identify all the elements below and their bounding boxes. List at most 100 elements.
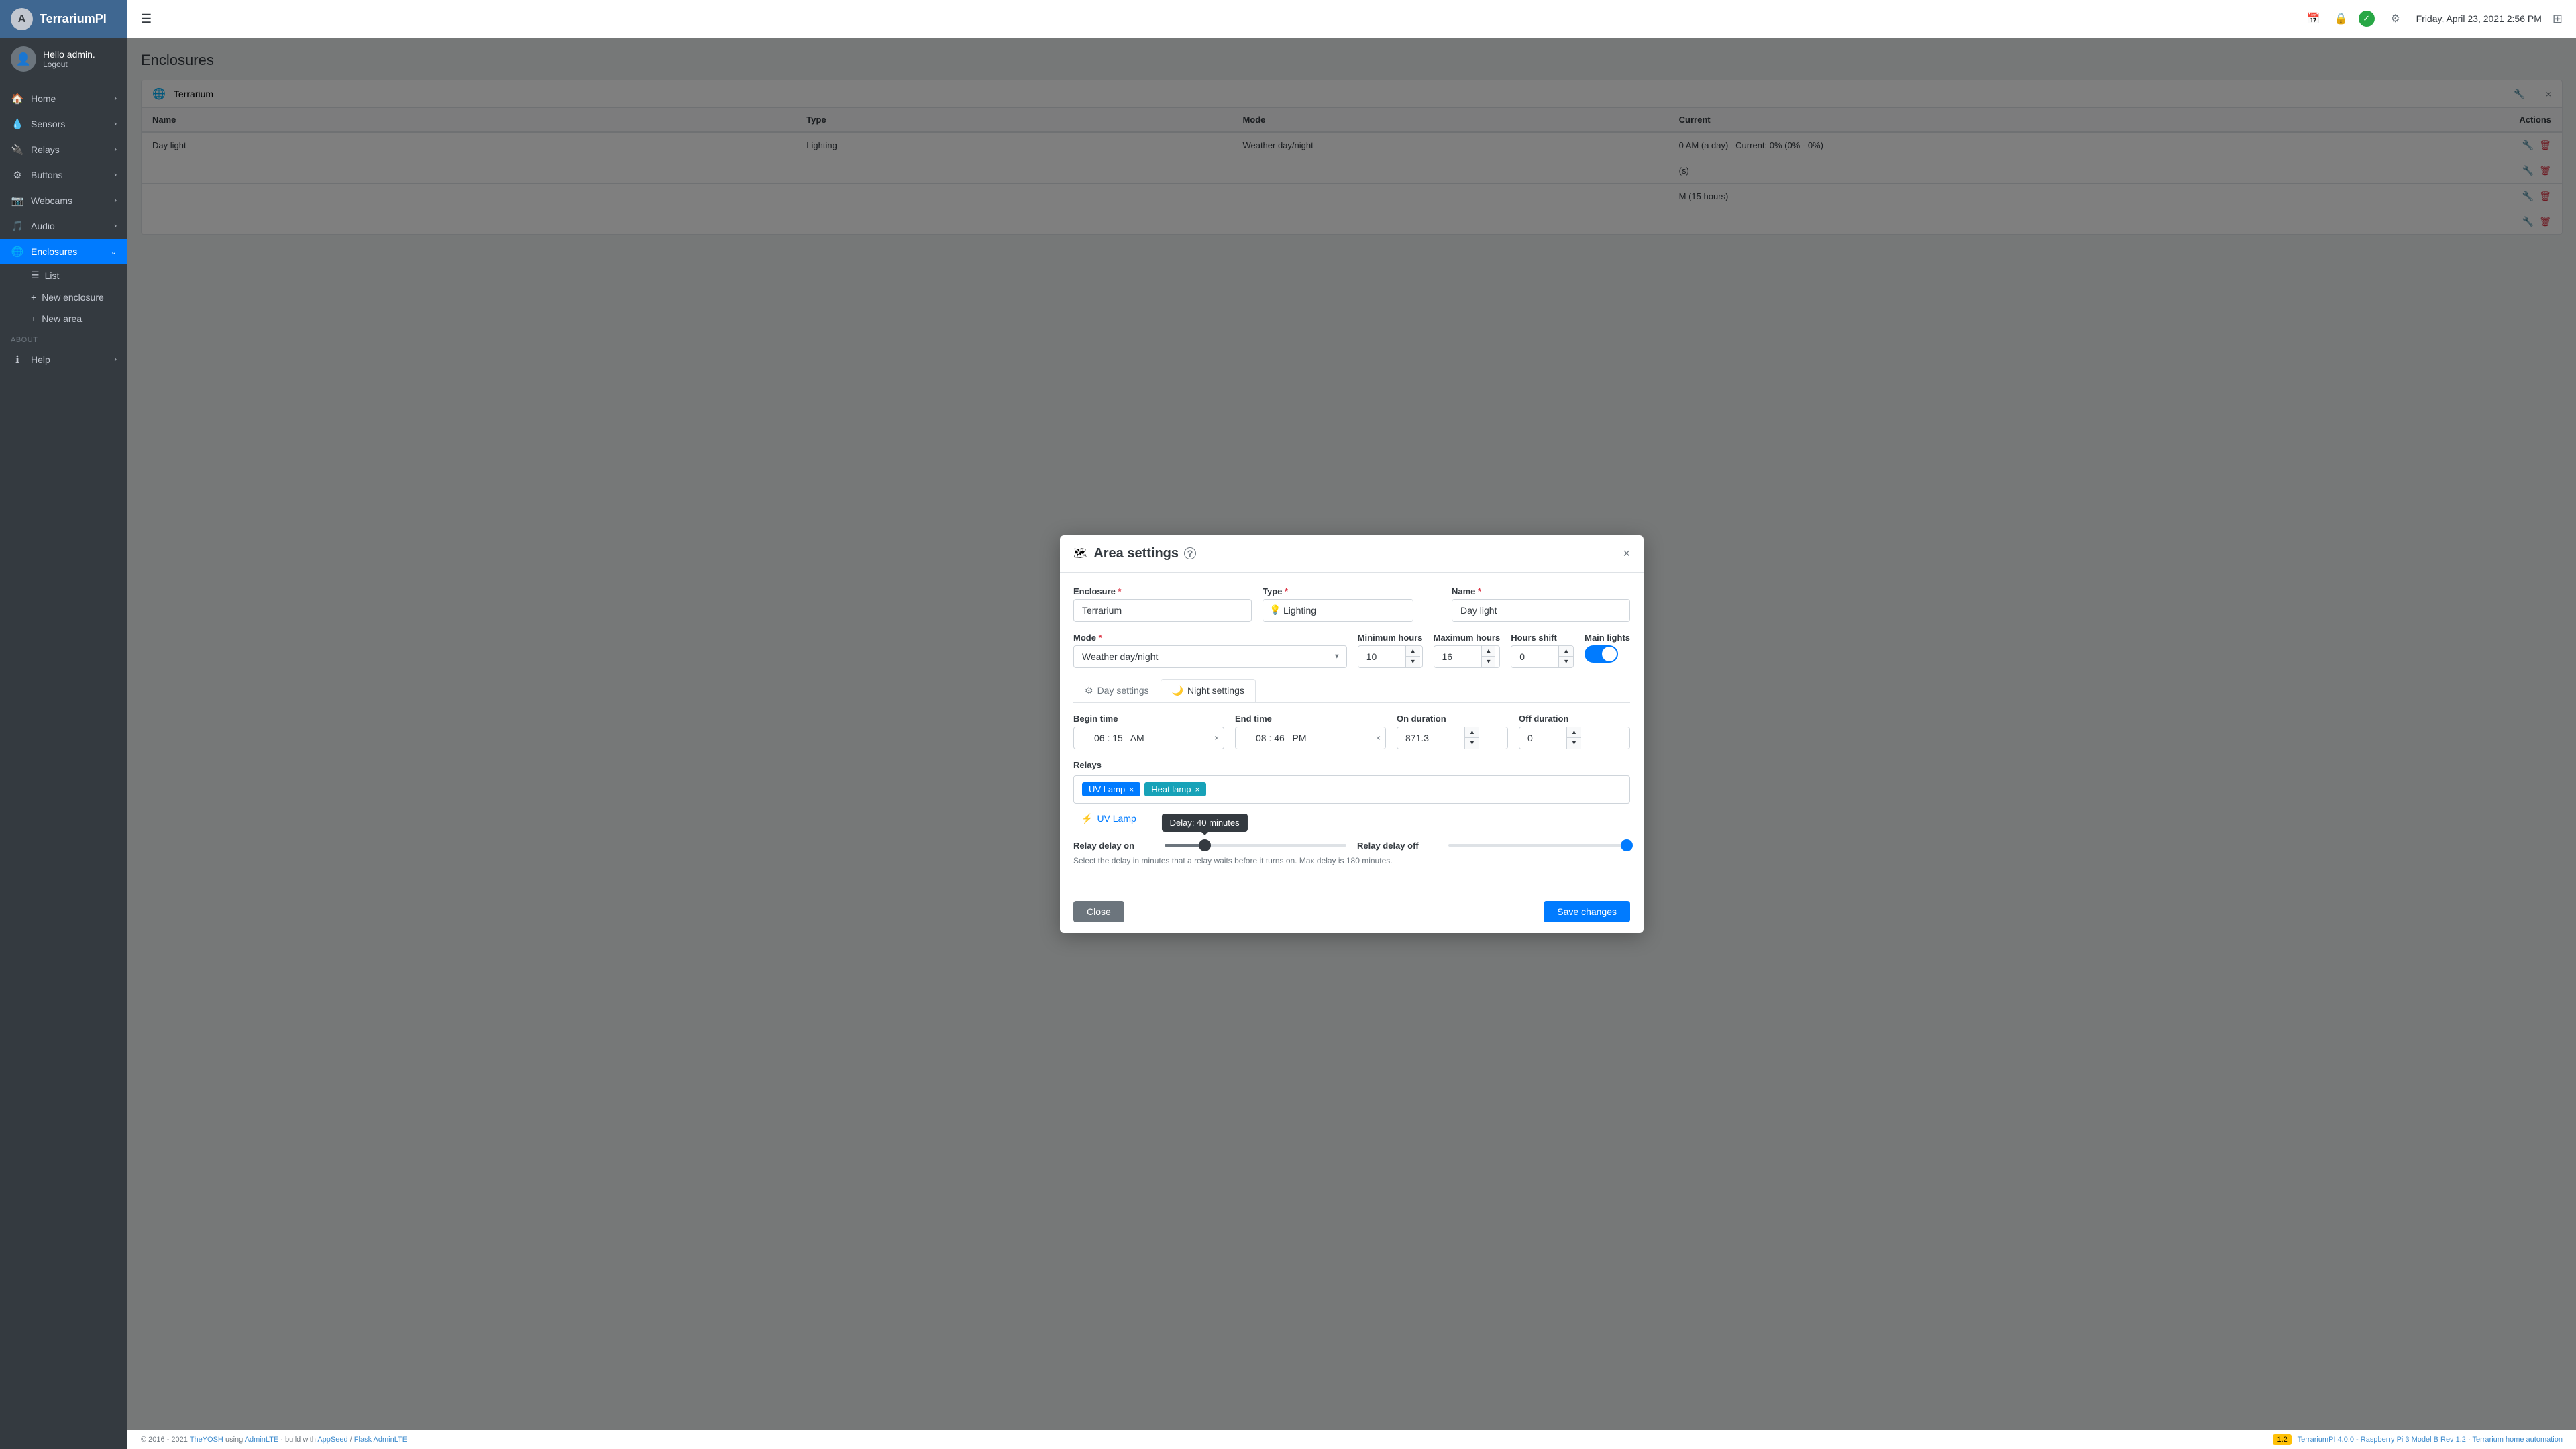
sidebar-item-audio[interactable]: 🎵 Audio › [0, 213, 127, 239]
tab-night-settings[interactable]: 🌙 Night settings [1161, 679, 1256, 702]
user-logout[interactable]: Logout [43, 60, 95, 69]
end-time-label: End time [1235, 714, 1386, 724]
sidebar-item-new-enclosure[interactable]: + New enclosure [0, 286, 127, 308]
begin-time-input[interactable] [1073, 727, 1224, 749]
plus-icon: + [31, 313, 36, 324]
avatar: 👤 [11, 46, 36, 72]
yosh-link[interactable]: TheYOSH [190, 1436, 223, 1444]
relay-tag-uv-lamp-remove[interactable]: × [1129, 785, 1134, 794]
chevron-right-icon: › [114, 197, 117, 205]
sidebar-item-home[interactable]: 🏠 Home › [0, 86, 127, 111]
brand-bar[interactable]: A TerrariumPI [0, 0, 127, 38]
sidebar-item-list[interactable]: ☰ List [0, 264, 127, 286]
relay-btn-uv-lamp[interactable]: ⚡ UV Lamp [1073, 810, 1144, 827]
max-hours-down[interactable]: ▼ [1482, 657, 1496, 667]
main-footer: © 2016 - 2021 TheYOSH using AdminLTE · b… [127, 1430, 2576, 1449]
on-duration-group: On duration ▲ ▼ [1397, 714, 1508, 749]
hours-shift-down[interactable]: ▼ [1559, 657, 1573, 667]
relay-tags-container: UV Lamp × Heat lamp × [1073, 775, 1630, 804]
settings-icon[interactable]: ⚙ [2385, 9, 2406, 29]
chevron-right-icon: › [114, 171, 117, 179]
mode-select-wrap: Weather day/night [1073, 645, 1347, 668]
plus-icon: + [31, 292, 36, 303]
off-duration-group: Off duration ▲ ▼ [1519, 714, 1630, 749]
sidebar-item-new-area[interactable]: + New area [0, 308, 127, 329]
on-duration-input[interactable] [1397, 727, 1464, 749]
enclosure-field-group: Enclosure * [1073, 586, 1252, 622]
sidebar-item-enclosures[interactable]: 🌐 Enclosures ⌄ [0, 239, 127, 264]
appseed-link[interactable]: AppSeed [317, 1436, 347, 1444]
modal-overlay[interactable]: 🗺 Area settings ? × Enclosure * [127, 38, 2576, 1430]
sidebar-item-sensors[interactable]: 💧 Sensors › [0, 111, 127, 137]
begin-time-clear[interactable]: × [1214, 733, 1219, 743]
end-time-clear[interactable]: × [1376, 733, 1381, 743]
type-input[interactable] [1263, 599, 1413, 622]
sidebar-nav: 🏠 Home › 💧 Sensors › 🔌 Relays › ⚙ Button… [0, 80, 127, 1449]
lock-icon: 🔒 [2334, 12, 2348, 25]
sidebar-item-help[interactable]: ℹ Help › [0, 347, 127, 372]
name-input[interactable] [1452, 599, 1630, 622]
adminlte-link[interactable]: AdminLTE [245, 1436, 279, 1444]
help-icon: ℹ [11, 354, 24, 366]
flask-link[interactable]: Flask AdminLTE [354, 1436, 407, 1444]
modal-close-button[interactable]: × [1623, 547, 1630, 559]
off-duration-input[interactable] [1519, 727, 1566, 749]
hours-shift-label: Hours shift [1511, 633, 1574, 643]
off-duration-up[interactable]: ▲ [1567, 727, 1581, 739]
list-icon: ☰ [31, 270, 40, 281]
slider-thumb[interactable]: Delay: 40 minutes [1199, 839, 1211, 851]
main-lights-toggle[interactable] [1585, 645, 1618, 663]
sensors-icon: 💧 [11, 118, 24, 130]
relay-delay-on-slider-wrap: Delay: 40 minutes [1165, 844, 1346, 847]
top-nav-right: 📅 🔒 ✓ ⚙ Friday, April 23, 2021 2:56 PM ⊞ [2304, 9, 2563, 29]
name-label: Name * [1452, 586, 1630, 596]
help-icon[interactable]: ? [1184, 547, 1196, 559]
on-duration-label: On duration [1397, 714, 1508, 724]
save-button[interactable]: Save changes [1544, 901, 1630, 922]
version-link[interactable]: TerrariumPI 4.0.0 - Raspberry Pi 3 Model… [2298, 1436, 2563, 1444]
begin-time-group: Begin time × [1073, 714, 1224, 749]
grid-icon[interactable]: ⊞ [2553, 12, 2563, 26]
modal-body: Enclosure * Type * 💡 [1060, 573, 1644, 890]
status-indicator: ✓ [2359, 11, 2375, 27]
relay-tag-heat-lamp-remove[interactable]: × [1195, 785, 1199, 794]
hours-shift-input[interactable] [1511, 646, 1558, 667]
tab-day-settings[interactable]: ⚙ Day settings [1073, 679, 1161, 702]
chevron-down-icon: ⌄ [111, 248, 117, 256]
sidebar-item-buttons[interactable]: ⚙ Buttons › [0, 162, 127, 188]
type-field-group: Type * 💡 [1263, 586, 1441, 622]
mode-label: Mode * [1073, 633, 1347, 643]
min-hours-down[interactable]: ▼ [1406, 657, 1420, 667]
main-lights-label: Main lights [1585, 633, 1630, 643]
sidebar-item-relays[interactable]: 🔌 Relays › [0, 137, 127, 162]
form-row-1: Enclosure * Type * 💡 [1073, 586, 1630, 622]
max-hours-up[interactable]: ▲ [1482, 646, 1496, 657]
end-time-input[interactable] [1235, 727, 1386, 749]
relay-delay-on-slider[interactable]: Delay: 40 minutes [1165, 844, 1346, 847]
hours-shift-group: Hours shift ▲ ▼ [1511, 633, 1574, 668]
slider-right-thumb[interactable] [1621, 839, 1633, 851]
relay-delay-off-slider[interactable] [1448, 844, 1630, 847]
map-icon: 🗺 [1073, 547, 1087, 560]
off-duration-down[interactable]: ▼ [1567, 738, 1581, 749]
delay-on-row: Relay delay on Delay: 40 minutes Relay d… [1073, 841, 1630, 851]
on-duration-up[interactable]: ▲ [1465, 727, 1479, 739]
min-hours-input[interactable] [1358, 646, 1405, 667]
brand-name: TerrariumPI [40, 12, 107, 26]
max-hours-input[interactable] [1434, 646, 1481, 667]
relay-tag-uv-lamp: UV Lamp × [1082, 782, 1140, 796]
hours-shift-up[interactable]: ▲ [1559, 646, 1573, 657]
hamburger-button[interactable]: ☰ [141, 12, 152, 26]
chevron-right-icon: › [114, 356, 117, 364]
close-button[interactable]: Close [1073, 901, 1124, 922]
form-row-2: Mode * Weather day/night Minimum hours [1073, 633, 1630, 668]
delay-tooltip: Delay: 40 minutes [1162, 814, 1248, 832]
sidebar-item-webcams[interactable]: 📷 Webcams › [0, 188, 127, 213]
enclosure-input[interactable] [1073, 599, 1252, 622]
on-duration-down[interactable]: ▼ [1465, 738, 1479, 749]
main-wrapper: ☰ 📅 🔒 ✓ ⚙ Friday, April 23, 2021 2:56 PM… [127, 0, 2576, 1449]
calendar-icon[interactable]: 📅 [2304, 9, 2324, 29]
min-hours-up[interactable]: ▲ [1406, 646, 1420, 657]
mode-select[interactable]: Weather day/night [1073, 645, 1347, 668]
required-marker: * [1099, 633, 1102, 643]
